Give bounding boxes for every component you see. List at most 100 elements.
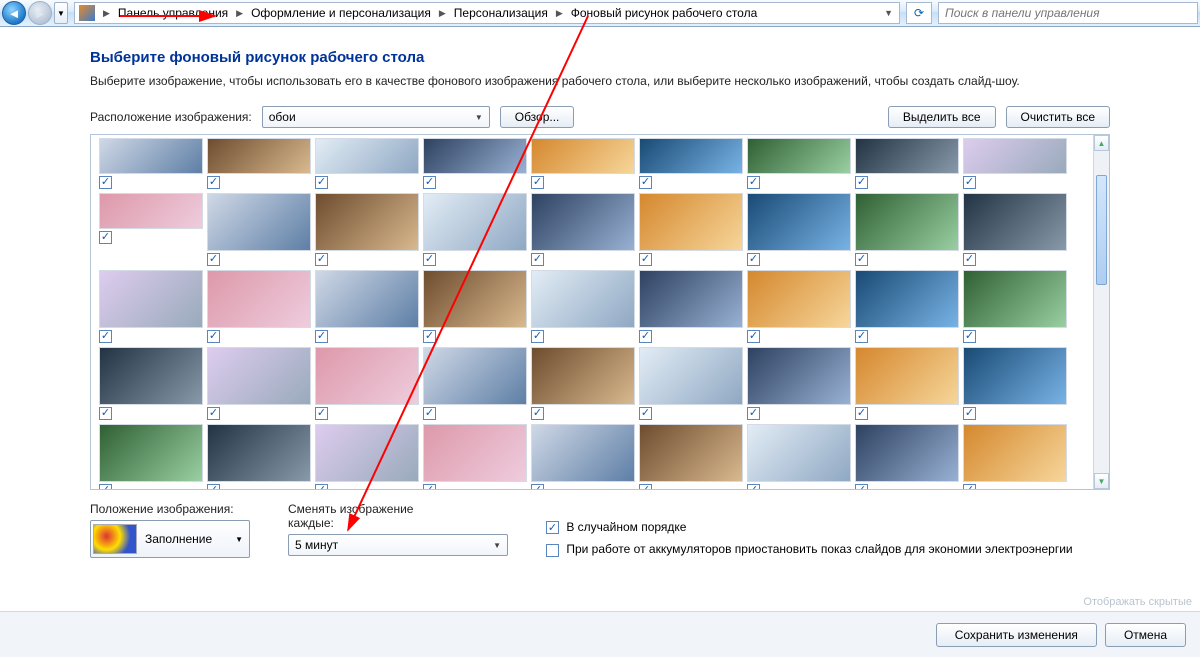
wallpaper-item[interactable] bbox=[99, 138, 203, 189]
wallpaper-thumbnail[interactable] bbox=[99, 347, 203, 405]
wallpaper-item[interactable] bbox=[855, 193, 959, 266]
wallpaper-item[interactable] bbox=[99, 270, 203, 343]
wallpaper-item[interactable] bbox=[855, 270, 959, 343]
wallpaper-checkbox[interactable] bbox=[531, 253, 544, 266]
wallpaper-thumbnail[interactable] bbox=[315, 138, 419, 174]
wallpaper-checkbox[interactable] bbox=[747, 253, 760, 266]
wallpaper-checkbox[interactable] bbox=[963, 253, 976, 266]
wallpaper-thumbnail[interactable] bbox=[423, 347, 527, 405]
wallpaper-thumbnail[interactable] bbox=[207, 424, 311, 482]
wallpaper-thumbnail[interactable] bbox=[747, 138, 851, 174]
shuffle-checkbox[interactable] bbox=[546, 521, 559, 534]
wallpaper-item[interactable] bbox=[99, 424, 203, 489]
wallpaper-checkbox[interactable] bbox=[531, 484, 544, 490]
wallpaper-item[interactable] bbox=[639, 347, 743, 420]
search-input[interactable] bbox=[945, 6, 1191, 20]
wallpaper-thumbnail[interactable] bbox=[423, 193, 527, 251]
wallpaper-checkbox[interactable] bbox=[207, 330, 220, 343]
wallpaper-thumbnail[interactable] bbox=[855, 138, 959, 174]
wallpaper-item[interactable] bbox=[423, 138, 527, 189]
wallpaper-checkbox[interactable] bbox=[99, 484, 112, 490]
wallpaper-checkbox[interactable] bbox=[639, 253, 652, 266]
wallpaper-checkbox[interactable] bbox=[315, 484, 328, 490]
wallpaper-thumbnail[interactable] bbox=[747, 270, 851, 328]
wallpaper-thumbnail[interactable] bbox=[531, 193, 635, 251]
picture-position-combo[interactable]: Заполнение ▼ bbox=[90, 520, 250, 558]
wallpaper-checkbox[interactable] bbox=[531, 407, 544, 420]
wallpaper-checkbox[interactable] bbox=[639, 330, 652, 343]
wallpaper-item[interactable] bbox=[315, 424, 419, 489]
wallpaper-thumbnail[interactable] bbox=[855, 424, 959, 482]
wallpaper-checkbox[interactable] bbox=[207, 176, 220, 189]
wallpaper-item[interactable] bbox=[855, 424, 959, 489]
wallpaper-thumbnail[interactable] bbox=[963, 347, 1067, 405]
breadcrumb-bar[interactable]: ▶ Панель управления ▶ Оформление и персо… bbox=[74, 2, 900, 24]
wallpaper-thumbnail[interactable] bbox=[747, 347, 851, 405]
wallpaper-checkbox[interactable] bbox=[207, 484, 220, 490]
wallpaper-checkbox[interactable] bbox=[315, 253, 328, 266]
wallpaper-checkbox[interactable] bbox=[639, 407, 652, 420]
wallpaper-item[interactable] bbox=[963, 424, 1067, 489]
wallpaper-item[interactable] bbox=[963, 270, 1067, 343]
breadcrumb-item[interactable]: Персонализация bbox=[448, 3, 554, 23]
wallpaper-item[interactable] bbox=[855, 347, 959, 420]
wallpaper-item[interactable] bbox=[963, 193, 1067, 266]
wallpaper-thumbnail[interactable] bbox=[99, 138, 203, 174]
wallpaper-thumbnail[interactable] bbox=[963, 193, 1067, 251]
wallpaper-checkbox[interactable] bbox=[963, 484, 976, 490]
browse-button[interactable]: Обзор... bbox=[500, 106, 575, 128]
chevron-down-icon[interactable]: ▼ bbox=[882, 8, 895, 18]
wallpaper-thumbnail[interactable] bbox=[855, 193, 959, 251]
select-all-button[interactable]: Выделить все bbox=[888, 106, 996, 128]
wallpaper-thumbnail[interactable] bbox=[99, 270, 203, 328]
clear-all-button[interactable]: Очистить все bbox=[1006, 106, 1110, 128]
wallpaper-thumbnail[interactable] bbox=[99, 424, 203, 482]
wallpaper-item[interactable] bbox=[747, 270, 851, 343]
wallpaper-item[interactable] bbox=[747, 193, 851, 266]
wallpaper-item[interactable] bbox=[855, 138, 959, 189]
search-box[interactable] bbox=[938, 2, 1198, 24]
gallery-scrollbar[interactable]: ▲ ▼ bbox=[1093, 135, 1109, 489]
wallpaper-item[interactable] bbox=[747, 424, 851, 489]
breadcrumb-item[interactable]: Фоновый рисунок рабочего стола bbox=[565, 3, 764, 23]
wallpaper-item[interactable] bbox=[207, 424, 311, 489]
wallpaper-thumbnail[interactable] bbox=[531, 138, 635, 174]
wallpaper-thumbnail[interactable] bbox=[855, 270, 959, 328]
wallpaper-item[interactable] bbox=[531, 270, 635, 343]
wallpaper-checkbox[interactable] bbox=[315, 330, 328, 343]
scrollbar-thumb[interactable] bbox=[1096, 175, 1107, 285]
wallpaper-item[interactable] bbox=[99, 347, 203, 420]
wallpaper-item[interactable] bbox=[207, 270, 311, 343]
wallpaper-checkbox[interactable] bbox=[963, 407, 976, 420]
wallpaper-thumbnail[interactable] bbox=[315, 347, 419, 405]
wallpaper-checkbox[interactable] bbox=[963, 176, 976, 189]
wallpaper-item[interactable] bbox=[423, 193, 527, 266]
wallpaper-item[interactable] bbox=[963, 138, 1067, 189]
save-button[interactable]: Сохранить изменения bbox=[936, 623, 1097, 647]
wallpaper-thumbnail[interactable] bbox=[315, 424, 419, 482]
wallpaper-item[interactable] bbox=[423, 424, 527, 489]
wallpaper-item[interactable] bbox=[747, 138, 851, 189]
wallpaper-item[interactable] bbox=[639, 424, 743, 489]
wallpaper-checkbox[interactable] bbox=[99, 231, 112, 244]
wallpaper-item[interactable] bbox=[747, 347, 851, 420]
wallpaper-thumbnail[interactable] bbox=[315, 193, 419, 251]
wallpaper-item[interactable] bbox=[423, 270, 527, 343]
wallpaper-thumbnail[interactable] bbox=[423, 138, 527, 174]
wallpaper-thumbnail[interactable] bbox=[639, 270, 743, 328]
wallpaper-checkbox[interactable] bbox=[855, 176, 868, 189]
wallpaper-item[interactable] bbox=[531, 424, 635, 489]
wallpaper-item[interactable] bbox=[315, 347, 419, 420]
wallpaper-item[interactable] bbox=[315, 270, 419, 343]
wallpaper-checkbox[interactable] bbox=[315, 176, 328, 189]
wallpaper-checkbox[interactable] bbox=[855, 407, 868, 420]
wallpaper-thumbnail[interactable] bbox=[963, 138, 1067, 174]
wallpaper-checkbox[interactable] bbox=[99, 176, 112, 189]
wallpaper-thumbnail[interactable] bbox=[639, 347, 743, 405]
wallpaper-checkbox[interactable] bbox=[747, 407, 760, 420]
wallpaper-item[interactable] bbox=[963, 347, 1067, 420]
shuffle-checkbox-row[interactable]: В случайном порядке bbox=[546, 520, 1073, 534]
wallpaper-checkbox[interactable] bbox=[639, 484, 652, 490]
wallpaper-item[interactable] bbox=[207, 193, 311, 266]
wallpaper-item[interactable] bbox=[315, 138, 419, 189]
